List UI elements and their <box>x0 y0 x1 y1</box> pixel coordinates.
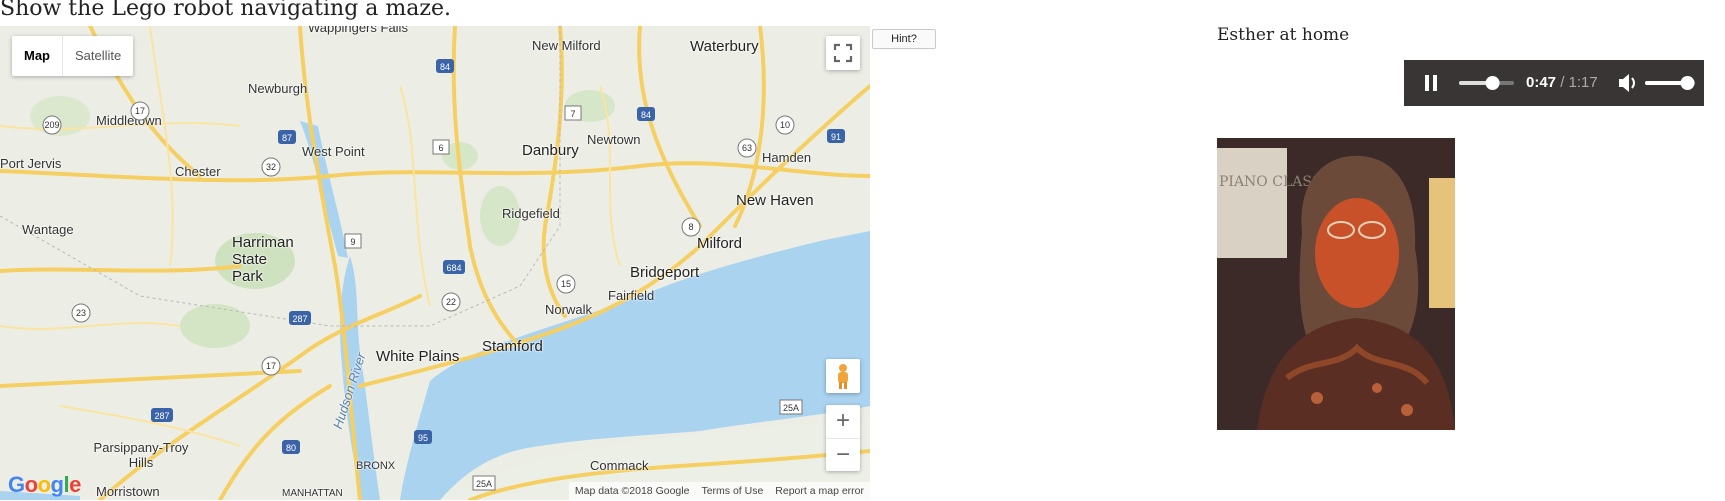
map-type-control: Map Satellite <box>12 36 134 76</box>
pegman-icon <box>838 364 848 389</box>
map-label: Milford <box>697 235 743 252</box>
map-label: Danbury <box>522 142 579 159</box>
fullscreen-button[interactable] <box>826 36 860 70</box>
map-label: Port Jervis <box>0 156 62 171</box>
map-label: Fairfield <box>608 288 655 303</box>
report-map-error-link[interactable]: Report a map error <box>775 482 864 500</box>
hint-button[interactable]: Hint? <box>872 29 936 49</box>
map-label: Chester <box>175 164 221 179</box>
page-title: Show the Lego robot navigating a maze. <box>0 0 451 21</box>
map-label: Commack <box>590 458 649 473</box>
zoom-control: + − <box>826 405 860 471</box>
pause-icon <box>1425 75 1429 91</box>
google-logo: Google <box>8 472 81 497</box>
map-data-credit: Map data ©2018 Google <box>574 485 690 497</box>
map[interactable]: Wappingers Falls New Milford Waterbury N… <box>0 26 870 500</box>
street-view-pegman-button[interactable] <box>826 359 860 393</box>
map-label: Norwalk <box>545 302 592 317</box>
current-time: 0:47 <box>1526 74 1557 91</box>
map-label: New Milford <box>532 38 601 53</box>
pause-button[interactable] <box>1425 75 1437 91</box>
fullscreen-icon <box>833 43 853 63</box>
map-label: Stamford <box>482 338 543 355</box>
map-label: Newburgh <box>248 81 308 96</box>
map-label: Wappingers Falls <box>308 26 408 35</box>
map-label: West Point <box>302 144 365 159</box>
map-type-satellite-button[interactable]: Satellite <box>63 36 133 76</box>
duration: 1:17 <box>1568 74 1598 91</box>
map-label: Parsippany-Troy Hills <box>93 440 189 470</box>
map-label: Ridgefield <box>502 206 560 221</box>
map-label: White Plains <box>376 348 460 365</box>
map-label: Newtown <box>587 132 641 147</box>
map-canvas[interactable] <box>0 26 870 500</box>
seek-slider[interactable] <box>1459 76 1514 90</box>
media-caption: Esther at home <box>1217 25 1350 45</box>
map-label: Morristown <box>96 484 160 499</box>
map-attribution: Map data ©2018 Google Terms of Use Repor… <box>568 482 870 500</box>
volume-button[interactable] <box>1619 74 1635 92</box>
map-label: Middletown <box>96 113 162 128</box>
volume-icon <box>1619 74 1629 92</box>
map-label: Hamden <box>762 150 812 165</box>
map-label: Wantage <box>22 222 74 237</box>
playback-time: 0:47 / 1:17 <box>1526 74 1598 91</box>
map-label: MANHATTAN <box>282 488 343 499</box>
map-label: New Haven <box>736 192 814 209</box>
zoom-in-button[interactable]: + <box>826 405 860 439</box>
volume-slider[interactable] <box>1645 76 1695 90</box>
map-label: Waterbury <box>690 38 759 55</box>
portrait-photo: PIANO CLASSICS <box>1217 138 1455 430</box>
audio-player: 0:47 / 1:17 <box>1404 60 1704 106</box>
map-label: BRONX <box>356 460 396 472</box>
zoom-out-button[interactable]: − <box>826 439 860 472</box>
terms-of-use-link[interactable]: Terms of Use <box>701 482 763 500</box>
map-type-map-button[interactable]: Map <box>12 36 63 76</box>
map-label: Bridgeport <box>630 264 700 281</box>
map-label: Harriman State Park <box>232 234 294 285</box>
